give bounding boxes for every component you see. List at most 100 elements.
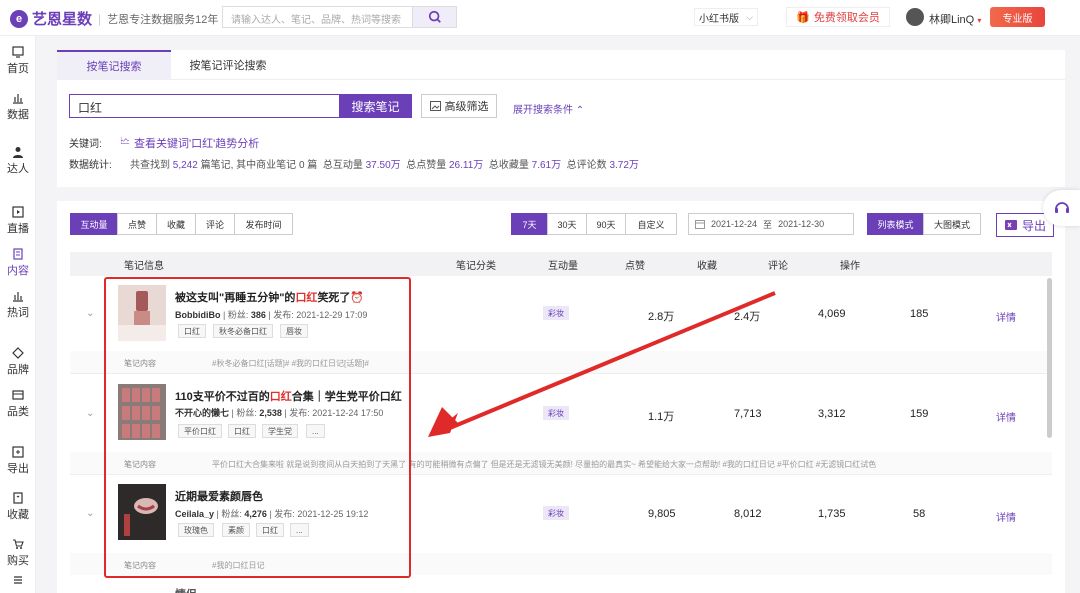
range-tab-custom[interactable]: 自定义 — [625, 213, 677, 235]
bar-chart-icon — [13, 292, 23, 302]
col-interact: 互动量 — [548, 261, 578, 272]
sidebar-item-data[interactable]: 数据 — [0, 92, 36, 122]
col-actions: 操作 — [840, 261, 860, 272]
sidebar-item-live[interactable]: 直播 — [0, 206, 36, 236]
trend-icon: 🗠 — [120, 136, 131, 147]
note-meta: BobbidiBo | 粉丝: 386 | 发布: 2021-12-29 17:… — [175, 310, 368, 320]
advanced-filter-button[interactable]: 高级筛选 — [421, 94, 497, 118]
note-tag[interactable]: 玫瑰色 — [178, 523, 214, 537]
sort-tab-favorites[interactable]: 收藏 — [156, 213, 196, 235]
headset-icon — [1054, 202, 1069, 213]
note-meta: Ceilala_y | 粉丝: 4,276 | 发布: 2021-12-25 1… — [175, 509, 369, 519]
sidebar-item-export[interactable]: 导出 — [0, 446, 36, 476]
note-tag[interactable]: 秋冬必备口红 — [213, 324, 273, 338]
logo-separator: | — [98, 11, 102, 26]
detail-link[interactable]: 详情 — [996, 509, 1016, 524]
note-tag[interactable]: ... — [306, 424, 325, 438]
date-range-picker[interactable]: 2021-12-24 至 2021-12-30 — [688, 213, 854, 235]
search-notes-button[interactable]: 搜索笔记 — [339, 94, 412, 118]
keyword-trend-link[interactable]: 🗠 查看关键词'口红'趋势分析 — [120, 134, 259, 151]
scrollbar[interactable] — [1047, 278, 1052, 438]
keyword-input[interactable]: 口红 — [69, 94, 339, 118]
detail-link[interactable]: 详情 — [996, 309, 1016, 324]
global-search-input[interactable]: 请输入达人、笔记、品牌、热词等搜索 — [222, 6, 412, 28]
excel-icon — [1004, 220, 1017, 230]
note-title[interactable]: 110支平价不过百的口红合集｜学生党平价口红 — [175, 388, 402, 404]
col-likes: 点赞 — [625, 261, 645, 272]
customer-service-button[interactable] — [1043, 190, 1080, 226]
sidebar-item-favorites[interactable]: 收藏 — [0, 492, 36, 522]
sidebar-item-purchase[interactable]: 购买 — [0, 538, 36, 568]
sidebar-item-content[interactable]: 内容 — [0, 248, 36, 278]
note-thumbnail[interactable] — [118, 285, 166, 341]
logo-name: 艺恩星数 — [32, 11, 93, 28]
date-start: 2021-12-24 — [711, 219, 758, 229]
stats-label: 数据统计: — [69, 160, 112, 171]
note-tag[interactable]: 口红 — [178, 324, 206, 338]
col-favorites: 收藏 — [697, 261, 717, 272]
search-icon — [428, 10, 441, 23]
note-tag[interactable]: ... — [290, 523, 309, 537]
note-title[interactable]: 被这支叫"再睡五分钟"的口红笑死了⏰ — [175, 289, 364, 305]
category-badge: 彩妆 — [543, 506, 569, 520]
note-tag[interactable]: 素颜 — [222, 523, 250, 537]
avatar[interactable] — [906, 8, 924, 26]
note-tag[interactable]: 口红 — [256, 523, 284, 537]
tab-search-comments[interactable]: 按笔记评论搜索 — [171, 50, 285, 80]
content-text: 平价口红大合集来啦 就是说到夜间从白天拍到了天黑了 有的可能稍微有点偏了 但是还… — [212, 460, 877, 469]
bar-chart-icon — [13, 94, 23, 104]
site-version-label: 小红书版 — [699, 13, 739, 25]
chevron-down-icon: ⌵ — [746, 11, 753, 22]
site-version-select[interactable]: 小红书版 ⌵ — [694, 8, 758, 26]
logo-slogan: 艺恩专注数据服务12年 — [107, 13, 219, 26]
logo[interactable]: e 艺恩星数 | 艺恩专注数据服务12年 — [10, 8, 218, 29]
expand-conditions-link[interactable]: 展开搜索条件 ⌃ — [513, 101, 584, 116]
view-list-mode[interactable]: 列表模式 — [867, 213, 924, 235]
cart-icon — [13, 539, 24, 549]
image-icon — [429, 101, 441, 111]
sidebar-list-icon[interactable] — [0, 574, 36, 588]
pro-badge[interactable]: 专业版 — [990, 7, 1045, 27]
calendar-icon — [695, 220, 705, 229]
view-grid-mode[interactable]: 大图模式 — [923, 213, 981, 235]
sort-tab-comments[interactable]: 评论 — [195, 213, 235, 235]
detail-link[interactable]: 详情 — [996, 409, 1016, 424]
home-icon — [12, 46, 24, 58]
free-vip-label: 免费领取会员 — [813, 12, 880, 24]
sidebar-item-home[interactable]: 首页 — [0, 46, 36, 76]
col-note-info: 笔记信息 — [124, 261, 164, 272]
note-title[interactable]: 近期最爱素颜唇色 — [175, 488, 263, 504]
col-comments: 评论 — [768, 261, 788, 272]
note-tag[interactable]: 口红 — [228, 424, 256, 438]
note-tag[interactable]: 平价口红 — [178, 424, 222, 438]
list-icon — [14, 576, 22, 584]
range-tab-7d[interactable]: 7天 — [511, 213, 548, 235]
sort-tab-likes[interactable]: 点赞 — [117, 213, 157, 235]
free-vip-button[interactable]: 🎁 免费领取会员 — [786, 7, 890, 27]
comments-value: 159 — [910, 408, 929, 420]
chevron-down-icon[interactable]: ⌄ — [86, 408, 94, 419]
chevron-down-icon[interactable]: ⌄ — [86, 508, 94, 519]
keyword-label: 关键词: — [69, 139, 102, 150]
note-tag[interactable]: 唇妆 — [280, 324, 308, 338]
next-row-partial-title[interactable]: 情侣 — [175, 586, 197, 593]
global-search-button[interactable] — [412, 6, 457, 28]
sidebar-item-brand[interactable]: 品牌 — [0, 347, 36, 377]
document-icon — [13, 248, 23, 260]
chevron-down-icon[interactable]: ⌄ — [86, 308, 94, 319]
sort-tab-interact[interactable]: 互动量 — [70, 213, 118, 235]
note-thumbnail[interactable] — [118, 484, 166, 540]
range-tab-90d[interactable]: 90天 — [586, 213, 626, 235]
sidebar-item-hotwords[interactable]: 热词 — [0, 290, 36, 320]
note-thumbnail[interactable] — [118, 384, 166, 440]
range-tab-30d[interactable]: 30天 — [547, 213, 587, 235]
sidebar-item-category[interactable]: 品类 — [0, 389, 36, 419]
note-tag[interactable]: 学生党 — [262, 424, 298, 438]
tab-search-notes[interactable]: 按笔记搜索 — [57, 50, 171, 80]
user-name[interactable]: 林卿LinQ ▾ — [929, 11, 981, 27]
date-end: 2021-12-30 — [778, 219, 825, 229]
sort-tab-publish-time[interactable]: 发布时间 — [234, 213, 293, 235]
comments-value: 185 — [910, 308, 929, 320]
chevron-up-icon: ⌃ — [575, 105, 585, 116]
sidebar-item-kol[interactable]: 达人 — [0, 146, 36, 176]
